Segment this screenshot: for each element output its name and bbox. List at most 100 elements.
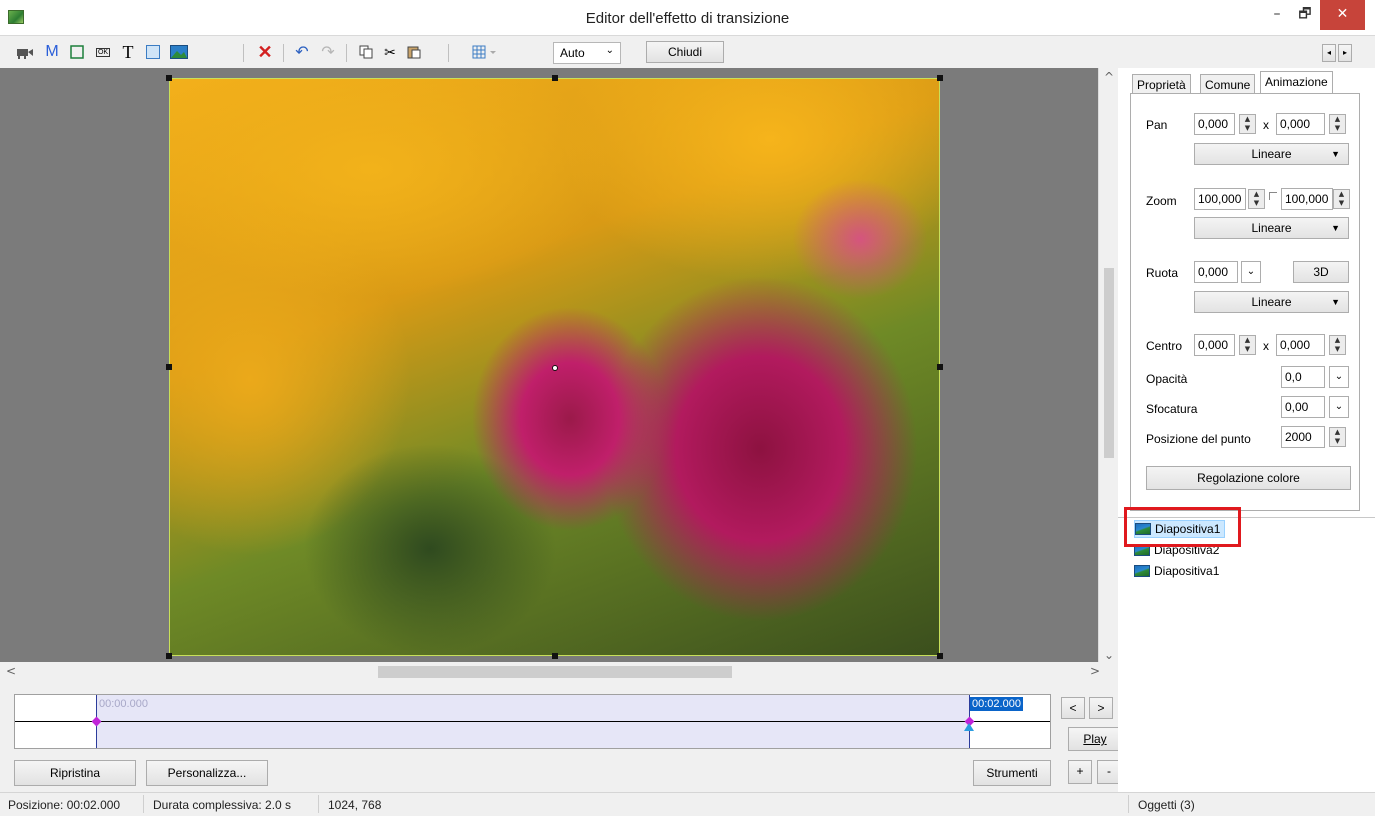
toolbar-separator — [283, 44, 284, 62]
blur-dropdown[interactable]: ⌄ — [1329, 396, 1349, 418]
scroll-left-button[interactable]: ◂ — [1322, 44, 1336, 62]
status-objects: Oggetti (3) — [1138, 798, 1195, 812]
chevron-down-icon: ⌄ — [605, 45, 614, 56]
maximize-button[interactable]: 🗗 — [1292, 0, 1318, 30]
window-title: Editor dell'effetto di transizione — [585, 10, 790, 27]
playhead-icon[interactable] — [964, 723, 974, 731]
camera-icon[interactable] — [14, 41, 36, 63]
tab-common[interactable]: Comune — [1200, 74, 1256, 94]
m-icon[interactable]: M — [42, 41, 62, 63]
redo-icon[interactable]: ↷ — [318, 41, 338, 63]
zoom-x-input[interactable]: 100,000 — [1194, 188, 1246, 210]
delete-icon[interactable]: ✕ — [255, 41, 275, 63]
prev-frame-button[interactable]: < — [1061, 697, 1085, 719]
center-x-spinner[interactable]: ▲ ▼ — [1239, 335, 1256, 355]
scroll-right-icon[interactable]: > — [1090, 664, 1100, 678]
horizontal-scroll-thumb[interactable] — [378, 666, 732, 678]
selection-highlight — [1124, 507, 1241, 547]
resize-handle[interactable] — [937, 653, 943, 659]
vertical-scrollbar[interactable]: ^ ⌄ — [1098, 68, 1118, 662]
toolbar: M OK T ✕ ↶ ↷ ✂ Auto ⌄ Chiudi ◂ ▸ — [0, 36, 1375, 68]
center-label: Centro — [1146, 339, 1183, 353]
ok-icon[interactable]: OK — [92, 41, 114, 63]
center-point[interactable] — [552, 365, 558, 371]
cut-icon[interactable]: ✂ — [380, 41, 400, 63]
rotate-input[interactable]: 0,000 — [1194, 261, 1238, 283]
reset-button[interactable]: Ripristina — [14, 760, 136, 786]
resize-handle[interactable] — [166, 364, 172, 370]
horizontal-scrollbar[interactable]: < > — [0, 662, 1110, 680]
resize-handle[interactable] — [937, 75, 943, 81]
zoom-y-spinner[interactable]: ▲ ▼ — [1333, 189, 1350, 209]
opacity-dropdown[interactable]: ⌄ — [1329, 366, 1349, 388]
resize-handle[interactable] — [552, 653, 558, 659]
list-item[interactable]: Diapositiva1 — [1134, 562, 1219, 580]
add-button[interactable]: + — [1068, 760, 1092, 784]
close-window-button[interactable]: ✕ — [1320, 0, 1365, 30]
next-frame-button[interactable]: > — [1089, 697, 1113, 719]
color-adjust-button[interactable]: Regolazione colore — [1146, 466, 1351, 490]
caret-down-icon: ▼ — [1331, 297, 1340, 307]
pan-x-input[interactable]: 0,000 — [1194, 113, 1235, 135]
rotate-mode-value: Lineare — [1251, 295, 1292, 309]
rotate-dropdown[interactable]: ⌄ — [1241, 261, 1261, 283]
zoom-mode-dropdown[interactable]: Lineare ▼ — [1194, 217, 1349, 239]
scroll-right-button[interactable]: ▸ — [1338, 44, 1352, 62]
rotate-mode-dropdown[interactable]: Lineare ▼ — [1194, 291, 1349, 313]
paste-icon[interactable] — [404, 41, 424, 63]
zoom-link-icon[interactable] — [1269, 192, 1277, 200]
pan-label: Pan — [1146, 118, 1168, 132]
pan-y-input[interactable]: 0,000 — [1276, 113, 1325, 135]
pan-x-spinner[interactable]: ▲ ▼ — [1239, 114, 1256, 134]
copy-icon[interactable] — [356, 41, 376, 63]
resize-handle[interactable] — [552, 75, 558, 81]
pan-mode-dropdown[interactable]: Lineare ▼ — [1194, 143, 1349, 165]
toolbar-separator — [346, 44, 347, 62]
minimize-button[interactable]: – — [1264, 0, 1290, 30]
timeline-track — [15, 721, 1050, 722]
scroll-up-icon[interactable]: ^ — [1104, 70, 1114, 84]
zoom-label: Zoom — [1146, 194, 1177, 208]
point-position-input[interactable]: 2000 — [1281, 426, 1325, 448]
image-icon[interactable] — [168, 41, 190, 63]
resize-handle[interactable] — [166, 75, 172, 81]
status-position: Posizione: 00:02.000 — [8, 798, 121, 812]
undo-icon[interactable]: ↶ — [292, 41, 312, 63]
grid-icon[interactable] — [468, 41, 502, 63]
scroll-down-icon[interactable]: ⌄ — [1104, 648, 1114, 662]
rotate-3d-button[interactable]: 3D — [1293, 261, 1349, 283]
pan-y-spinner[interactable]: ▲ ▼ — [1329, 114, 1346, 134]
blur-label: Sfocatura — [1146, 402, 1198, 416]
start-time-label: 00:00.000 — [99, 698, 148, 710]
center-y-spinner[interactable]: ▲ ▼ — [1329, 335, 1346, 355]
scroll-left-icon[interactable]: < — [6, 664, 16, 678]
resize-handle[interactable] — [166, 653, 172, 659]
tools-button[interactable]: Strumenti — [973, 760, 1051, 786]
customize-button[interactable]: Personalizza... — [146, 760, 268, 786]
blur-input[interactable]: 0,00 — [1281, 396, 1325, 418]
vertical-scroll-thumb[interactable] — [1104, 268, 1114, 458]
zoom-y-input[interactable]: 100,000 — [1281, 188, 1333, 210]
status-divider — [1128, 795, 1129, 813]
zoom-select[interactable]: Auto ⌄ — [553, 42, 621, 64]
frame-icon[interactable] — [66, 41, 88, 63]
tab-animation[interactable]: Animazione — [1260, 71, 1333, 95]
play-button[interactable]: Play — [1068, 727, 1122, 751]
pan-mode-value: Lineare — [1251, 147, 1292, 161]
tab-properties[interactable]: Proprietà — [1132, 74, 1191, 94]
point-position-spinner[interactable]: ▲ ▼ — [1329, 427, 1346, 447]
rectangle-icon[interactable] — [142, 41, 164, 63]
opacity-input[interactable]: 0,0 — [1281, 366, 1325, 388]
properties-panel: Proprietà Comune Animazione Pan 0,000 ▲ ▼… — [1118, 68, 1375, 792]
close-button[interactable]: Chiudi — [646, 41, 724, 63]
center-y-input[interactable]: 0,000 — [1276, 334, 1325, 356]
end-time-label: 00:02.000 — [970, 697, 1023, 711]
status-size: 1024, 768 — [328, 798, 382, 812]
resize-handle[interactable] — [937, 364, 943, 370]
text-icon[interactable]: T — [118, 41, 138, 63]
timeline[interactable]: 00:00.000 00:02.000 — [14, 694, 1051, 749]
zoom-x-spinner[interactable]: ▲ ▼ — [1248, 189, 1265, 209]
ok-label: OK — [95, 47, 111, 57]
canvas-area[interactable]: ^ ⌄ < > — [0, 68, 1118, 680]
center-x-input[interactable]: 0,000 — [1194, 334, 1235, 356]
